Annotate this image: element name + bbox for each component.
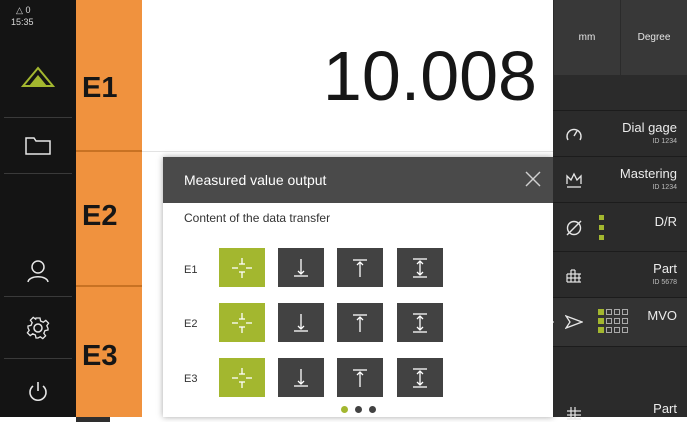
- min-value-icon: [294, 368, 308, 387]
- active-item-marker: [548, 316, 554, 328]
- min-value-button-e2[interactable]: [278, 303, 324, 342]
- panel-divider: [553, 346, 687, 347]
- send-icon: [565, 314, 583, 330]
- min-value-button-e3[interactable]: [278, 358, 324, 397]
- settings-button[interactable]: [0, 306, 76, 350]
- actual-value-button-e1[interactable]: [219, 248, 265, 287]
- row-label-e3: E3: [184, 373, 198, 385]
- page-dot-active[interactable]: [341, 406, 348, 413]
- dialog-subtitle: Content of the data transfer: [184, 211, 331, 225]
- dial-gage-id: ID 1234: [652, 138, 677, 145]
- actual-value-icon: [232, 312, 252, 333]
- measure-menu-button[interactable]: [0, 54, 76, 100]
- delta-triangle-icon: △: [16, 5, 23, 15]
- angle-unit-button[interactable]: Degree: [621, 0, 687, 75]
- max-value-icon: [353, 258, 367, 277]
- row-label-e2: E2: [184, 318, 198, 330]
- folder-icon: [25, 137, 51, 155]
- part-secondary-title: Part: [653, 401, 677, 416]
- crown-icon: [566, 172, 582, 188]
- page-dot[interactable]: [369, 406, 376, 413]
- part-id: ID 5678: [652, 279, 677, 286]
- range-value-icon: [413, 312, 427, 333]
- file-management-button[interactable]: [0, 125, 76, 165]
- user-icon: [27, 260, 49, 283]
- part-item-secondary[interactable]: Part: [553, 385, 687, 420]
- close-dialog-button[interactable]: [522, 168, 544, 190]
- actual-value-button-e3[interactable]: [219, 358, 265, 397]
- sidebar-divider: [4, 173, 72, 174]
- part-grid-icon: [567, 407, 581, 420]
- mastering-id: ID 1234: [652, 184, 677, 191]
- min-value-button-e1[interactable]: [278, 248, 324, 287]
- page-dot[interactable]: [355, 406, 362, 413]
- max-value-icon: [353, 368, 367, 387]
- measured-value-e1: 10.008: [322, 37, 537, 115]
- dial-gage-title: Dial gage: [622, 120, 677, 135]
- axis-label-e3[interactable]: E3: [82, 340, 117, 373]
- range-value-button-e3[interactable]: [397, 358, 443, 397]
- dialog-header: Measured value output: [163, 157, 553, 203]
- row-divider: [142, 151, 553, 152]
- dial-gauge-icon: [566, 128, 582, 141]
- measured-value-output-dialog: Measured value output Content of the dat…: [163, 157, 553, 417]
- power-icon: [29, 382, 47, 401]
- sidebar-divider: [4, 117, 72, 118]
- power-button[interactable]: [0, 372, 76, 412]
- mastering-title: Mastering: [619, 166, 677, 181]
- max-value-button-e3[interactable]: [337, 358, 383, 397]
- axis-divider: [76, 285, 142, 287]
- actual-value-icon: [232, 367, 252, 388]
- axis-label-e1[interactable]: E1: [82, 72, 117, 105]
- max-value-button-e1[interactable]: [337, 248, 383, 287]
- selection-indicator-icon: [599, 215, 604, 240]
- row-label-e1: E1: [184, 264, 198, 276]
- mvo-title: MVO: [647, 308, 677, 323]
- sidebar-divider: [4, 358, 72, 359]
- diameter-icon: [566, 220, 582, 236]
- status-time: 15:35: [11, 17, 34, 27]
- dialog-title: Measured value output: [184, 172, 327, 188]
- range-value-icon: [413, 257, 427, 278]
- part-title: Part: [653, 261, 677, 276]
- range-value-button-e1[interactable]: [397, 248, 443, 287]
- output-grid-icon: [598, 309, 630, 335]
- axis-label-e2[interactable]: E2: [82, 200, 117, 233]
- inspector-panel: mm Degree Dial gage ID 1234 Mastering ID…: [553, 0, 687, 420]
- close-icon: [525, 171, 541, 187]
- part-item[interactable]: Part ID 5678: [553, 252, 687, 297]
- user-login-button[interactable]: [0, 248, 76, 294]
- axis-label-column: E1 E2 E3: [76, 0, 142, 417]
- axis-divider: [76, 150, 142, 152]
- settings-icon: [26, 316, 50, 340]
- diameter-radius-item[interactable]: D/R: [553, 203, 687, 251]
- min-value-icon: [294, 313, 308, 332]
- sidebar-divider: [4, 296, 72, 297]
- max-value-button-e2[interactable]: [337, 303, 383, 342]
- max-value-icon: [353, 313, 367, 332]
- min-value-icon: [294, 258, 308, 277]
- range-value-button-e2[interactable]: [397, 303, 443, 342]
- measure-icon: [21, 66, 55, 87]
- diameter-radius-title: D/R: [654, 214, 677, 229]
- part-grid-icon: [566, 269, 581, 283]
- mvo-item[interactable]: MVO: [553, 298, 687, 346]
- mastering-item[interactable]: Mastering ID 1234: [553, 157, 687, 202]
- range-value-icon: [413, 367, 427, 388]
- actual-value-icon: [232, 257, 252, 278]
- main-menu-sidebar: △ 0 15:35: [0, 0, 76, 417]
- status-area: △ 0: [16, 5, 30, 15]
- dial-gage-item[interactable]: Dial gage ID 1234: [553, 111, 687, 156]
- length-unit-button[interactable]: mm: [554, 0, 620, 75]
- status-count: 0: [25, 5, 31, 15]
- actual-value-button-e2[interactable]: [219, 303, 265, 342]
